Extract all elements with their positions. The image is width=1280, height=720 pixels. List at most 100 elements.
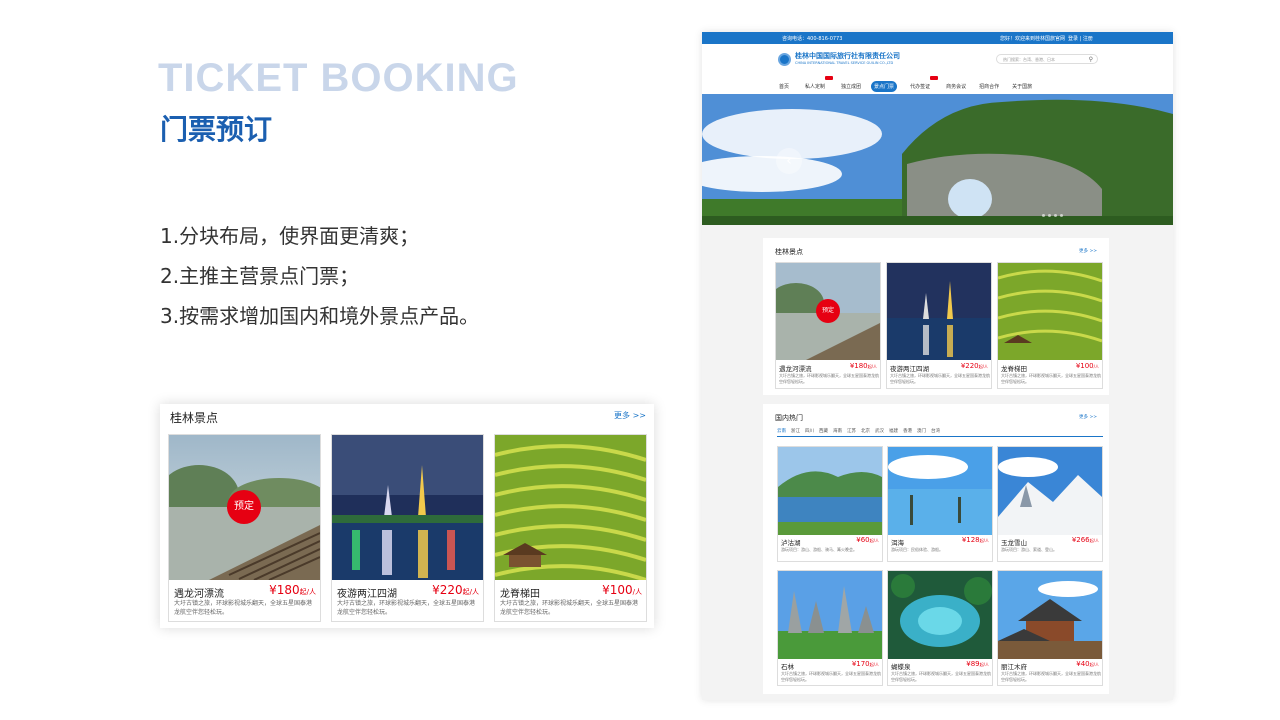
terraces-photo bbox=[998, 263, 1102, 360]
carousel-dots bbox=[1042, 214, 1063, 217]
product-name: 泸沽湖 bbox=[781, 539, 801, 547]
more-link[interactable]: 更多 >> bbox=[1079, 248, 1097, 254]
product-price: ¥180起/人 bbox=[849, 362, 877, 370]
product-name: 洱海 bbox=[891, 539, 904, 547]
globe-logo-icon bbox=[778, 53, 791, 66]
product-description: 游玩项目：游山、游船、骑马、篝火晚会。 bbox=[781, 547, 857, 552]
tab-region[interactable]: 澳门 bbox=[917, 428, 926, 436]
product-card[interactable]: 龙脊梯田 ¥100/人 大圩古镇之旅，环球影视城乐翻天，全球五星国泰港龙航空伴您… bbox=[997, 262, 1103, 389]
product-name: 蝴蝶泉 bbox=[891, 663, 911, 671]
product-description: 大圩古镇之旅，环球影视城乐翻天，全球五星国泰港龙航空伴您轻松玩。 bbox=[891, 671, 991, 682]
product-description: 大圩古镇之旅，环球影视城乐翻天，全球五星国泰港龙航空伴您轻松玩。 bbox=[779, 373, 879, 384]
rafting-photo: 预定 bbox=[776, 263, 880, 360]
snow-mountain-photo bbox=[998, 447, 1102, 535]
product-card[interactable]: 泸沽湖 ¥60起/人 游玩项目：游山、游船、骑马、篝火晚会。 bbox=[777, 446, 883, 562]
stone-forest-photo bbox=[778, 571, 882, 659]
product-description: 游玩项目：游山、索道、登山。 bbox=[1001, 547, 1057, 552]
tab-region[interactable]: 江苏 bbox=[847, 428, 856, 436]
book-badge[interactable]: 预定 bbox=[816, 299, 840, 323]
nav-item-home[interactable]: 首页 bbox=[776, 81, 792, 92]
product-price: ¥40起/人 bbox=[1076, 660, 1099, 668]
site-header: 桂林中国国际旅行社有限责任公司 CHINA INTERNATIONAL TRAV… bbox=[702, 44, 1173, 94]
tab-region[interactable]: 北京 bbox=[861, 428, 870, 436]
product-price: ¥180起/人 bbox=[269, 583, 316, 597]
company-name-english: CHINA INTERNATIONAL TRAVEL SERVICE GUILI… bbox=[795, 61, 894, 65]
product-name: 夜游两江四湖 bbox=[890, 365, 929, 373]
product-card[interactable]: 玉龙雪山 ¥266起/人 游玩项目：游山、索道、登山。 bbox=[997, 446, 1103, 562]
rafting-photo: 预定 bbox=[169, 435, 320, 580]
product-price: ¥89起/人 bbox=[966, 660, 989, 668]
nav-item-partners[interactable]: 招商合作 bbox=[976, 81, 1002, 92]
product-description: 大圩古镇之旅，环球影视城乐翻天，全球五星国泰港龙航空伴您轻松玩。 bbox=[337, 600, 476, 616]
product-card[interactable]: 石林 ¥170起/人 大圩古镇之旅，环球影视城乐翻天，全球五星国泰港龙航空伴您轻… bbox=[777, 570, 883, 686]
product-name: 遇龙河漂流 bbox=[779, 365, 812, 373]
product-price: ¥100/人 bbox=[602, 583, 642, 597]
region-tabs: 云南 浙江 四川 西藏 海南 江苏 北京 武汉 福建 香港 澳门 台湾 bbox=[777, 428, 1103, 437]
more-link[interactable]: 更多 >> bbox=[614, 410, 646, 421]
product-name: 龙脊梯田 bbox=[1001, 365, 1027, 373]
carousel-prev-icon[interactable]: ‹ bbox=[776, 148, 802, 174]
tab-region[interactable]: 浙江 bbox=[791, 428, 800, 436]
mu-mansion-photo bbox=[998, 571, 1102, 659]
tab-region[interactable]: 武汉 bbox=[875, 428, 884, 436]
company-name[interactable]: 桂林中国国际旅行社有限责任公司 bbox=[795, 51, 900, 61]
product-price: ¥170起/人 bbox=[851, 660, 879, 668]
product-description: 大圩古镇之旅，环球影视城乐翻天，全球五星国泰港龙航空伴您轻松玩。 bbox=[174, 600, 313, 616]
more-link[interactable]: 更多 >> bbox=[1079, 414, 1097, 420]
product-price: ¥220起/人 bbox=[960, 362, 988, 370]
product-name: 石林 bbox=[781, 663, 794, 671]
erhai-photo bbox=[888, 447, 992, 535]
product-card[interactable]: 龙脊梯田 ¥100/人 大圩古镇之旅，环球影视城乐翻天，全球五星国泰港龙航空伴您… bbox=[494, 434, 647, 622]
nav-item-business[interactable]: 商务会议 bbox=[943, 81, 969, 92]
product-card[interactable]: 洱海 ¥128起/人 游玩项目：民俗体验、游船。 bbox=[887, 446, 993, 562]
product-card[interactable]: 蝴蝶泉 ¥89起/人 大圩古镇之旅，环球影视城乐翻天，全球五星国泰港龙航空伴您轻… bbox=[887, 570, 993, 686]
book-badge[interactable]: 预定 bbox=[227, 490, 261, 524]
nav-item-custom[interactable]: 私人定制 bbox=[799, 76, 834, 92]
phone-text: 咨询电话：400-816-0773 bbox=[782, 36, 843, 42]
nav-item-visa[interactable]: 代办签证 bbox=[904, 76, 939, 92]
product-card[interactable]: 夜游两江四湖 ¥220起/人 大圩古镇之旅，环球影视城乐翻天，全球五星国泰港龙航… bbox=[331, 434, 484, 622]
product-card[interactable]: 丽江木府 ¥40起/人 大圩古镇之旅，环球影视城乐翻天，全球五星国泰港龙航空伴您… bbox=[997, 570, 1103, 686]
tab-region[interactable]: 海南 bbox=[833, 428, 842, 436]
product-description: 大圩古镇之旅，环球影视城乐翻天，全球五星国泰港龙航空伴您轻松玩。 bbox=[781, 671, 881, 682]
tab-region[interactable]: 四川 bbox=[805, 428, 814, 436]
terraces-photo bbox=[495, 435, 646, 580]
product-name: 夜游两江四湖 bbox=[337, 589, 397, 600]
feature-point: 3.按需求增加国内和境外景点产品。 bbox=[160, 304, 480, 328]
night-pagoda-photo bbox=[887, 263, 991, 360]
tab-region[interactable]: 福建 bbox=[889, 428, 898, 436]
feature-points: 1.分块布局，使界面更清爽； 2.主推主营景点门票； 3.按需求增加国内和境外景… bbox=[160, 216, 479, 336]
title-english: TICKET BOOKING bbox=[158, 56, 519, 100]
main-nav: 首页 私人定制 独立成团 景点门票 代办签证 商务会议 招商合作 关于国旅 bbox=[776, 76, 1035, 92]
product-name: 龙脊梯田 bbox=[500, 589, 540, 600]
tab-yunnan[interactable]: 云南 bbox=[777, 428, 786, 436]
tab-region[interactable]: 香港 bbox=[903, 428, 912, 436]
product-card[interactable]: 预定 遇龙河漂流 ¥180起/人 大圩古镇之旅，环球影视城乐翻天，全球五星国泰港… bbox=[168, 434, 321, 622]
product-card[interactable]: 预定 遇龙河漂流 ¥180起/人 大圩古镇之旅，环球影视城乐翻天，全球五星国泰港… bbox=[775, 262, 881, 389]
feature-point: 1.分块布局，使界面更清爽； bbox=[160, 224, 420, 248]
login-register-link[interactable]: 登录 | 注册 bbox=[1068, 35, 1093, 42]
product-price: ¥266起/人 bbox=[1071, 536, 1099, 544]
tab-region[interactable]: 西藏 bbox=[819, 428, 828, 436]
nav-item-tickets[interactable]: 景点门票 bbox=[871, 81, 898, 92]
product-description: 大圩古镇之旅，环球影视城乐翻天，全球五星国泰港龙航空伴您轻松玩。 bbox=[890, 373, 990, 384]
nav-item-group[interactable]: 独立成团 bbox=[838, 81, 864, 92]
night-pagoda-photo bbox=[332, 435, 483, 580]
product-price: ¥100/人 bbox=[1075, 362, 1099, 370]
tab-region[interactable]: 台湾 bbox=[931, 428, 940, 436]
section-title: 国内热门 bbox=[775, 414, 803, 422]
hot-badge-icon bbox=[930, 76, 939, 80]
search-icon[interactable]: ⚲ bbox=[1089, 56, 1093, 63]
website-mockup: 咨询电话：400-816-0773 您好！欢迎来到桂林国旅官网 登录 | 注册 … bbox=[702, 32, 1173, 700]
nav-item-about[interactable]: 关于国旅 bbox=[1009, 81, 1035, 92]
search-input[interactable]: 热门搜索：台湾、香港、日本 ⚲ bbox=[996, 54, 1098, 64]
product-card[interactable]: 夜游两江四湖 ¥220起/人 大圩古镇之旅，环球影视城乐翻天，全球五星国泰港龙航… bbox=[886, 262, 992, 389]
product-name: 玉龙雪山 bbox=[1001, 539, 1027, 547]
hot-badge-icon bbox=[825, 76, 834, 80]
zoomed-guilin-section: 桂林景点 更多 >> 预定 遇龙河漂流 ¥180起/人 大圩古镇之旅，环球影视城… bbox=[160, 404, 654, 628]
top-bar: 咨询电话：400-816-0773 您好！欢迎来到桂林国旅官网 登录 | 注册 bbox=[702, 32, 1173, 44]
section-title: 桂林景点 bbox=[170, 411, 219, 425]
domestic-section: 国内热门 更多 >> 云南 浙江 四川 西藏 海南 江苏 北京 武汉 福建 香港… bbox=[763, 404, 1109, 694]
product-name: 遇龙河漂流 bbox=[174, 589, 224, 600]
product-description: 游玩项目：民俗体验、游船。 bbox=[891, 547, 943, 552]
